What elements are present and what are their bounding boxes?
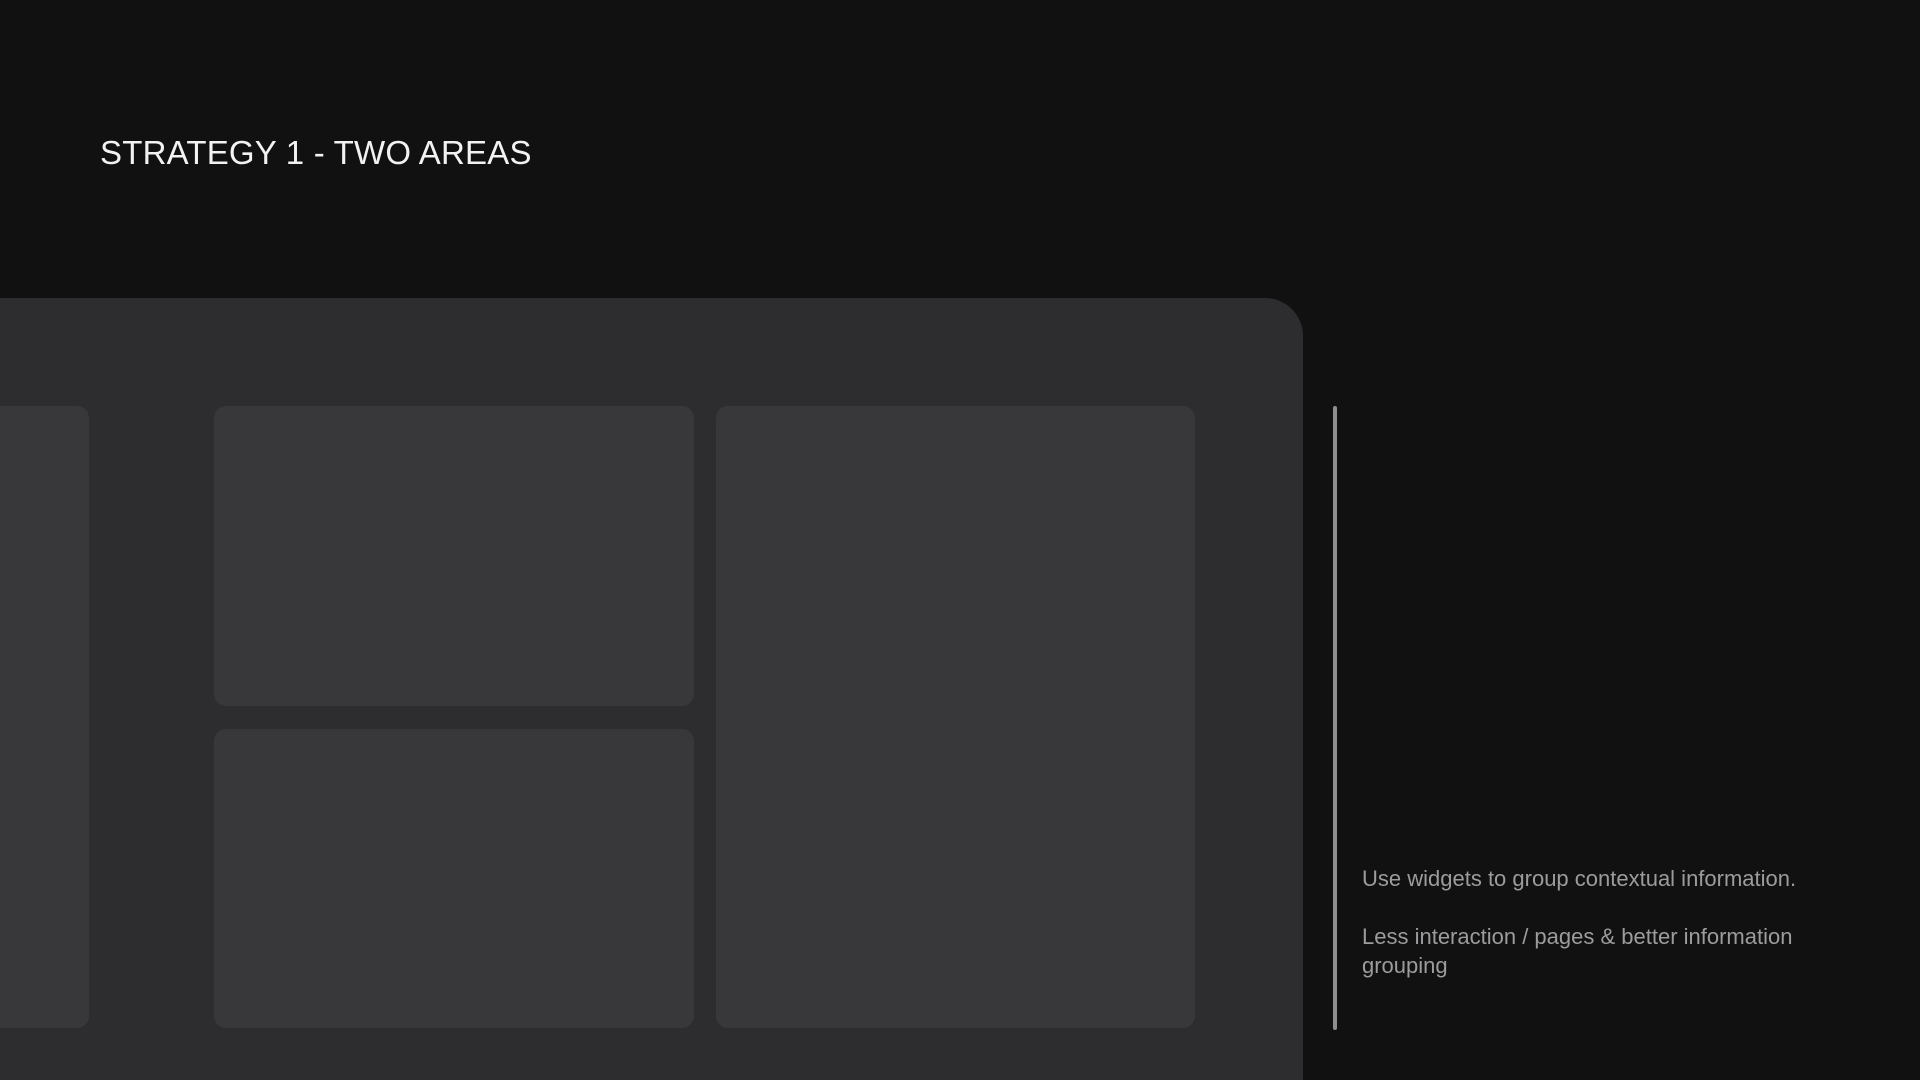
- widget-placeholder-left: [0, 406, 89, 1028]
- note-text: Less interaction / pages & better inform…: [1362, 924, 1793, 978]
- dashboard-mockup-frame: [0, 298, 1303, 1080]
- slide-title: STRATEGY 1 - TWO AREAS: [100, 134, 532, 171]
- notes-panel: Use widgets to group contextual informat…: [1362, 864, 1802, 980]
- widget-placeholder-top-middle: [214, 406, 694, 706]
- note-text: Use widgets to group contextual informat…: [1362, 866, 1797, 891]
- notes-divider: [1333, 406, 1337, 1030]
- widget-placeholder-right-tall: [716, 406, 1195, 1028]
- widget-placeholder-bottom-middle: [214, 729, 694, 1028]
